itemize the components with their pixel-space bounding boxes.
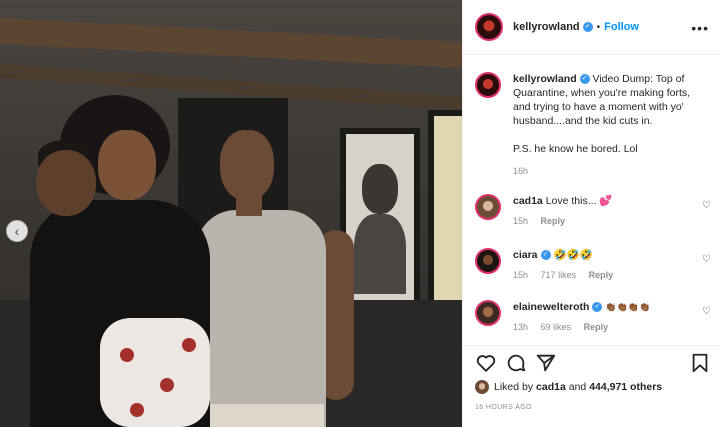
- photo-woman-face: [98, 130, 156, 200]
- caption-username[interactable]: kellyrowland: [513, 73, 577, 85]
- comments-section[interactable]: kellyrowland ✓ Video Dump: Top of Quarant…: [463, 56, 720, 345]
- photo-child-head: [36, 150, 96, 216]
- likes-user[interactable]: cad1a: [536, 381, 566, 393]
- caption-text-block: kellyrowland ✓ Video Dump: Top of Quarant…: [513, 72, 709, 178]
- verified-badge-icon: ✓: [582, 22, 593, 32]
- comment-time: 13h: [513, 322, 529, 332]
- photo-wall-art: [428, 110, 462, 310]
- verified-badge-icon: ✓: [579, 74, 590, 85]
- comment-emoji: 🤣🤣🤣: [553, 249, 593, 261]
- verified-badge-icon: ✓: [592, 302, 603, 313]
- comment-item: cad1a Love this... 💕 15h Reply ♡: [475, 194, 711, 228]
- separator-dot: •: [596, 21, 601, 33]
- avatar[interactable]: [475, 72, 501, 98]
- likes-count[interactable]: 444,971 others: [589, 381, 662, 393]
- post-side-panel: kellyrowland ✓ • Follow ••• kellyrowland…: [462, 0, 720, 427]
- comment-emoji: 💕: [599, 195, 613, 207]
- reply-button[interactable]: Reply: [589, 270, 614, 280]
- chevron-left-icon: ‹: [14, 223, 20, 239]
- comment-username[interactable]: cad1a: [513, 195, 543, 207]
- comment-likes[interactable]: 717 likes: [541, 270, 577, 280]
- likes-summary[interactable]: Liked by cad1a and 444,971 others: [475, 380, 662, 394]
- reply-button[interactable]: Reply: [584, 322, 609, 332]
- post-actions: Liked by cad1a and 444,971 others 16 HOU…: [463, 345, 720, 427]
- caption-time: 16h: [513, 166, 529, 176]
- comment-emoji: 👏🏾👏🏾👏🏾👏🏾: [605, 302, 651, 312]
- comment-body: ciara ✓ 🤣🤣🤣 15h 717 likes Reply: [513, 248, 693, 282]
- comment-username[interactable]: elainewelteroth: [513, 301, 589, 313]
- comment-like-heart-icon[interactable]: ♡: [702, 200, 711, 211]
- avatar[interactable]: [475, 194, 501, 220]
- likes-prefix: Liked by: [494, 381, 534, 393]
- follow-button[interactable]: Follow: [604, 21, 639, 33]
- comment-item: elainewelteroth ✓ 👏🏾👏🏾👏🏾👏🏾 13h 69 likes R…: [475, 300, 711, 334]
- comment-text: Love this...: [545, 195, 597, 207]
- posted-timestamp: 16 HOURS AGO: [475, 404, 532, 411]
- instagram-post: ‹ kellyrowland ✓ • Follow ••• kellyrowla…: [0, 0, 720, 427]
- more-options-icon[interactable]: •••: [691, 20, 709, 36]
- avatar[interactable]: [475, 300, 501, 326]
- post-caption: kellyrowland ✓ Video Dump: Top of Quarant…: [475, 72, 711, 178]
- photo-man-shorts: [200, 404, 324, 427]
- photo-man: [196, 210, 326, 427]
- comment-time: 15h: [513, 270, 529, 280]
- comment-likes[interactable]: 69 likes: [541, 322, 572, 332]
- like-heart-icon[interactable]: [475, 352, 497, 374]
- comment-username[interactable]: ciara: [513, 249, 538, 261]
- caption-text-ps: P.S. he know he bored. Lol: [513, 143, 638, 155]
- comment-like-heart-icon[interactable]: ♡: [702, 306, 711, 317]
- comment-time: 15h: [513, 216, 529, 226]
- photo-man-head: [220, 130, 274, 200]
- liker-avatar: [475, 380, 489, 394]
- reply-button[interactable]: Reply: [541, 216, 566, 226]
- comment-meta: 13h 69 likes Reply: [513, 320, 693, 334]
- comment-body: elainewelteroth ✓ 👏🏾👏🏾👏🏾👏🏾 13h 69 likes R…: [513, 300, 693, 334]
- comment-like-heart-icon[interactable]: ♡: [702, 254, 711, 265]
- avatar[interactable]: [475, 248, 501, 274]
- comment-meta: 15h Reply: [513, 214, 693, 228]
- photo-child-pants: [100, 318, 210, 427]
- comment-bubble-icon[interactable]: [505, 352, 527, 374]
- post-header: kellyrowland ✓ • Follow •••: [463, 0, 720, 55]
- header-username[interactable]: kellyrowland: [513, 21, 580, 33]
- comment-item: ciara ✓ 🤣🤣🤣 15h 717 likes Reply ♡: [475, 248, 711, 282]
- likes-and: and: [568, 381, 587, 393]
- comment-body: cad1a Love this... 💕 15h Reply: [513, 194, 693, 228]
- comment-meta: 15h 717 likes Reply: [513, 268, 693, 282]
- verified-badge-icon: ✓: [540, 250, 551, 261]
- avatar[interactable]: [475, 13, 503, 41]
- action-icons: [475, 352, 711, 376]
- share-paper-plane-icon[interactable]: [535, 352, 557, 374]
- carousel-prev-button[interactable]: ‹: [6, 220, 28, 242]
- post-photo[interactable]: ‹: [0, 0, 462, 427]
- save-bookmark-icon[interactable]: [689, 352, 711, 374]
